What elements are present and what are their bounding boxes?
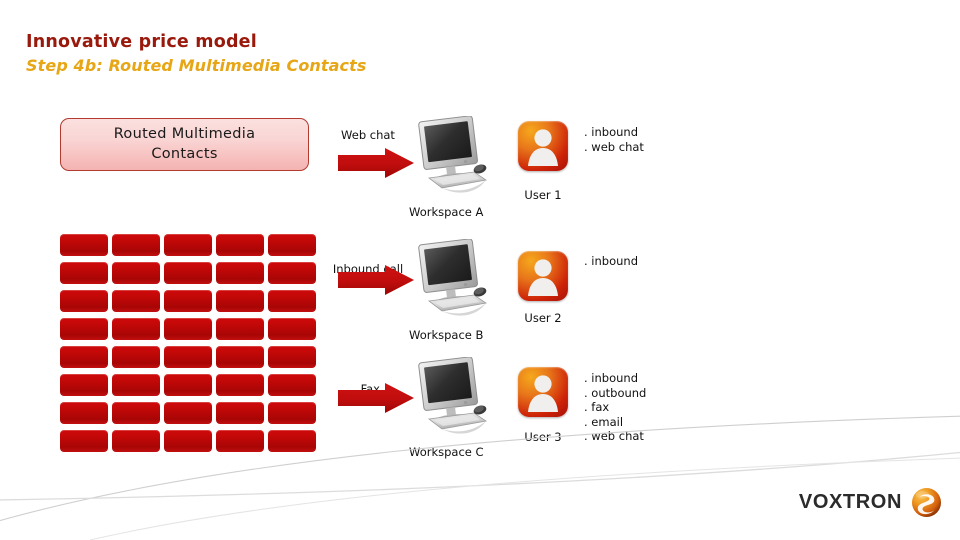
- flow-3-capability-2: . fax: [584, 400, 610, 415]
- flow-1-arrow-icon: [338, 148, 414, 178]
- flow-2-arrow-icon: [338, 265, 414, 295]
- queue-cell: [60, 318, 108, 340]
- queue-cell: [216, 346, 264, 368]
- queue-cell: [112, 318, 160, 340]
- queue-cell: [60, 346, 108, 368]
- queue-cell: [112, 262, 160, 284]
- queue-cell: [112, 374, 160, 396]
- queue-cell: [268, 430, 316, 452]
- queue-cell-grid: [60, 234, 316, 452]
- person-silhouette-icon: [528, 259, 558, 296]
- queue-cell: [268, 234, 316, 256]
- queue-cell: [216, 430, 264, 452]
- flow-3-user-icon: [518, 367, 568, 417]
- slide-canvas: Innovative price model Step 4b: Routed M…: [0, 0, 960, 540]
- queue-cell: [60, 430, 108, 452]
- flow-1-workspace-label: Workspace A: [409, 205, 484, 219]
- source-box-line-1: Routed Multimedia: [113, 125, 256, 142]
- queue-cell: [164, 234, 212, 256]
- queue-cell: [112, 346, 160, 368]
- queue-cell: [268, 262, 316, 284]
- queue-cell: [268, 374, 316, 396]
- flow-2-user-label: User 2: [524, 311, 562, 325]
- queue-cell: [164, 290, 212, 312]
- voxtron-wordmark: VOXTRON: [798, 491, 902, 513]
- flow-3-workspace-label: Workspace C: [409, 445, 484, 459]
- queue-cell: [60, 290, 108, 312]
- queue-cell: [112, 290, 160, 312]
- person-silhouette-icon: [528, 375, 558, 412]
- person-silhouette-icon: [528, 129, 558, 166]
- flow-1-channel-line-1: Web chat: [341, 128, 395, 143]
- flow-1-capability-1: . web chat: [584, 139, 644, 154]
- flow-3-capability-0: . inbound: [584, 371, 639, 385]
- flow-2-capability-0: . inbound: [584, 254, 639, 268]
- routed-multimedia-contacts-box: Routed Multimedia Contacts: [60, 118, 309, 171]
- queue-cell: [216, 234, 264, 256]
- flow-1-user-icon: [518, 121, 568, 171]
- queue-cell: [268, 290, 316, 312]
- queue-cell: [268, 402, 316, 424]
- flow-3-user-label: User 3: [524, 430, 562, 444]
- queue-cell: [60, 234, 108, 256]
- queue-cell: [112, 402, 160, 424]
- queue-cell: [216, 402, 264, 424]
- flow-3-arrow-icon: [338, 383, 414, 413]
- voxtron-logo: VOXTRON: [799, 487, 942, 518]
- routed-multimedia-contacts-label: Routed Multimedia Contacts: [114, 125, 256, 164]
- queue-cell: [216, 262, 264, 284]
- queue-cell: [216, 318, 264, 340]
- queue-cell: [164, 374, 212, 396]
- page-title: Innovative price model: [26, 32, 257, 52]
- flow-2-user-icon: [518, 251, 568, 301]
- flow-3-capabilities: . inbound . outbound . fax . email . web…: [584, 371, 646, 444]
- flow-2-workspace-label: Workspace B: [409, 328, 484, 342]
- queue-cell: [60, 374, 108, 396]
- flow-1-user-label: User 1: [524, 188, 562, 202]
- queue-cell: [216, 290, 264, 312]
- source-box-line-2: Contacts: [151, 145, 218, 162]
- flow-3-workstation-icon: [418, 357, 488, 434]
- flow-1-capability-0: . inbound: [584, 125, 639, 139]
- page-subtitle: Step 4b: Routed Multimedia Contacts: [26, 56, 367, 75]
- flow-3-capability-3: . email: [584, 414, 624, 429]
- queue-cell: [164, 430, 212, 452]
- queue-cell: [112, 430, 160, 452]
- queue-cell: [268, 318, 316, 340]
- queue-cell: [216, 374, 264, 396]
- queue-cell: [164, 402, 212, 424]
- voxtron-sphere-icon: [911, 487, 942, 518]
- queue-cell: [164, 346, 212, 368]
- queue-cell: [164, 318, 212, 340]
- flow-3-capability-1: . outbound: [584, 385, 647, 400]
- queue-cell: [164, 262, 212, 284]
- queue-cell: [112, 234, 160, 256]
- flow-1-workstation-icon: [418, 116, 488, 193]
- queue-cell: [60, 402, 108, 424]
- flow-2-capabilities: . inbound: [584, 254, 638, 269]
- flow-3-capability-4: . web chat: [584, 429, 644, 444]
- flow-1-capabilities: . inbound . web chat: [584, 125, 644, 154]
- flow-2-workstation-icon: [418, 239, 488, 316]
- queue-cell: [60, 262, 108, 284]
- queue-cell: [268, 346, 316, 368]
